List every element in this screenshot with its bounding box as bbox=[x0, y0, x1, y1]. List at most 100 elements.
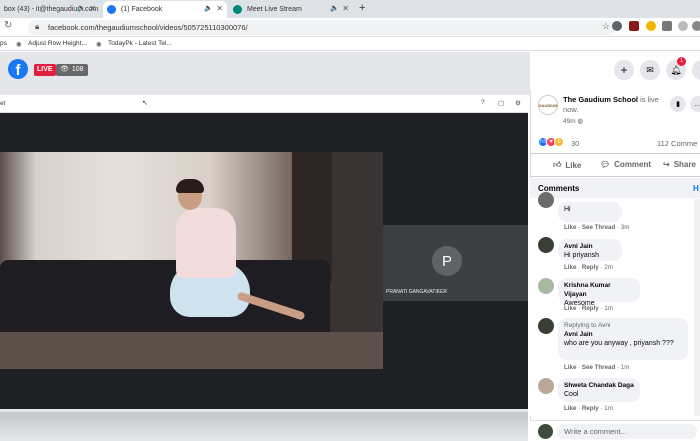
globe-icon: ◉ bbox=[16, 41, 22, 48]
comment-like-link[interactable]: Like bbox=[564, 264, 576, 271]
facebook-favicon-icon bbox=[107, 5, 116, 14]
page-avatar[interactable]: GAUDIUM bbox=[538, 95, 558, 115]
reaction-count[interactable]: 30 bbox=[571, 139, 579, 148]
comment-time[interactable]: 1m bbox=[604, 305, 613, 312]
globe-icon: ◍ bbox=[577, 118, 584, 125]
comment-meta: Like · Reply · 1m bbox=[564, 305, 613, 312]
tab-inbox[interactable]: box (43) - it@thegaudium.com 🔈 ✕ bbox=[0, 1, 100, 18]
puzzle-icon[interactable] bbox=[662, 21, 672, 31]
comment-author[interactable]: Avni Jain bbox=[564, 330, 682, 339]
media-icon[interactable] bbox=[678, 21, 688, 31]
like-label: Like bbox=[565, 160, 582, 170]
save-post-button[interactable]: ▮ bbox=[670, 96, 686, 112]
speaker-icon: 🔈 bbox=[77, 5, 86, 12]
tab-meet-live-stream[interactable]: Meet Live Stream 🔈 ✕ bbox=[229, 1, 353, 18]
notification-badge: 1 bbox=[677, 57, 686, 66]
url-field[interactable]: 🔒︎ facebook.com/thegaudiumschool/videos/… bbox=[28, 20, 616, 35]
comment-meta: Like · Reply · 2m bbox=[564, 264, 613, 271]
close-tab-icon[interactable]: ✕ bbox=[216, 4, 223, 13]
like-icon: 👍︎ bbox=[553, 160, 562, 169]
comment-like-link[interactable]: Like bbox=[564, 224, 576, 231]
eye-icon: 👁︎ bbox=[60, 66, 69, 73]
comment-meta: Like · See Thread · 3m bbox=[564, 224, 630, 231]
comment-like-link[interactable]: Like bbox=[564, 305, 576, 312]
share-icon: ↪ bbox=[663, 160, 670, 169]
close-tab-icon[interactable]: ✕ bbox=[89, 4, 96, 13]
meet-favicon-icon bbox=[233, 5, 242, 14]
create-button[interactable]: + bbox=[614, 60, 634, 80]
video-floor bbox=[0, 332, 383, 369]
comment-avatar[interactable] bbox=[538, 237, 554, 253]
comments-scrollbar[interactable] bbox=[694, 199, 700, 416]
viewer-count: 👁︎ 108 bbox=[56, 64, 88, 76]
comment-avatar[interactable] bbox=[538, 278, 554, 294]
comment-thread-link[interactable]: See Thread bbox=[582, 364, 615, 371]
bookmark-item[interactable]: TodayPk - Latest Tel... bbox=[108, 40, 172, 47]
comment-icon: 💬︎ bbox=[600, 160, 611, 169]
bookmark-star-icon[interactable]: ☆ bbox=[602, 21, 610, 32]
comment-avatar[interactable] bbox=[538, 318, 554, 334]
bulb-extension-icon[interactable] bbox=[646, 21, 656, 31]
comment-count[interactable]: 112 Comme bbox=[657, 139, 697, 148]
messenger-icon[interactable]: ✉ bbox=[640, 60, 660, 80]
comment-time[interactable]: 3m bbox=[621, 224, 630, 231]
post-title: The Gaudium School is live now. bbox=[563, 95, 663, 115]
comment-button[interactable]: 💬︎ Comment bbox=[600, 160, 651, 169]
facebook-logo-icon[interactable]: f bbox=[8, 59, 28, 79]
page-name-link[interactable]: The Gaudium School bbox=[563, 95, 638, 104]
feedback-icon[interactable]: ▢ bbox=[498, 99, 504, 107]
comment-author[interactable]: Krishna Kumar Vijayan bbox=[564, 281, 634, 299]
comments-header-link[interactable]: H bbox=[693, 184, 699, 193]
comment-like-link[interactable]: Like bbox=[564, 405, 576, 412]
write-comment-input[interactable]: Write a comment... bbox=[557, 424, 697, 439]
tab-label: (1) Facebook bbox=[121, 6, 163, 13]
comment-bubble: Replying to Avni Avni Jain who are you a… bbox=[558, 318, 688, 360]
comment-time[interactable]: 2m bbox=[604, 264, 613, 271]
video-below-gradient bbox=[0, 412, 528, 441]
pdf-extension-icon[interactable] bbox=[629, 21, 639, 31]
more-options-icon[interactable]: … bbox=[690, 96, 700, 112]
new-tab-icon[interactable]: + bbox=[359, 2, 365, 14]
comment-avatar[interactable] bbox=[538, 378, 554, 394]
share-label: Share bbox=[673, 160, 696, 169]
user-avatar bbox=[538, 424, 553, 439]
cursor-icon: ↖ bbox=[142, 100, 148, 107]
extension-icon[interactable] bbox=[612, 21, 622, 31]
comment-author[interactable]: Shweta Chandak Daga bbox=[564, 381, 634, 390]
video-wall bbox=[0, 152, 300, 272]
post-time-text: 49m bbox=[563, 118, 576, 125]
profile-icon[interactable] bbox=[692, 21, 700, 31]
close-tab-icon[interactable]: ✕ bbox=[342, 4, 349, 13]
dancer-figure bbox=[176, 208, 236, 278]
share-button[interactable]: ↪ Share bbox=[663, 160, 696, 169]
comment-label: Comment bbox=[614, 160, 652, 169]
reactions[interactable]: 👍︎ ♥ o bbox=[538, 137, 564, 147]
help-icon[interactable]: ? bbox=[481, 99, 485, 106]
tab-facebook[interactable]: (1) Facebook 🔈 ✕ bbox=[103, 1, 227, 18]
bookmark-item[interactable]: ps bbox=[0, 40, 7, 47]
comment-text: Cool bbox=[564, 391, 579, 398]
comment-time[interactable]: 1m bbox=[621, 364, 630, 371]
bookmark-item[interactable]: Adjust Row Height... bbox=[28, 40, 87, 47]
participant-avatar: P bbox=[432, 246, 462, 276]
like-button[interactable]: 👍︎ Like bbox=[553, 160, 581, 170]
comment-bubble: Hi bbox=[558, 202, 622, 222]
reload-icon[interactable]: ↻ bbox=[4, 20, 12, 31]
main-video bbox=[0, 152, 383, 369]
comment-reply-link[interactable]: Reply bbox=[582, 264, 599, 271]
comment-thread-link[interactable]: See Thread bbox=[582, 224, 615, 231]
comment-reply-link[interactable]: Reply bbox=[582, 305, 599, 312]
comment-avatar[interactable] bbox=[538, 192, 554, 208]
speaker-icon: 🔈 bbox=[204, 5, 213, 12]
comment-meta: Like · See Thread · 1m bbox=[564, 364, 630, 371]
comment-text: who are you anyway , priyansh ??? bbox=[564, 340, 674, 347]
comment-like-link[interactable]: Like bbox=[564, 364, 576, 371]
comment-time[interactable]: 1m bbox=[604, 405, 613, 412]
comment-author[interactable]: Avni Jain bbox=[564, 242, 616, 251]
viewer-count-text: 108 bbox=[71, 66, 84, 73]
post-time[interactable]: 49m ◍ bbox=[563, 117, 583, 125]
comment-reply-link[interactable]: Reply bbox=[582, 405, 599, 412]
settings-icon[interactable]: ⚙ bbox=[515, 99, 521, 107]
speaker-icon: 🔈 bbox=[330, 5, 339, 12]
globe-icon: ◉ bbox=[96, 41, 102, 48]
